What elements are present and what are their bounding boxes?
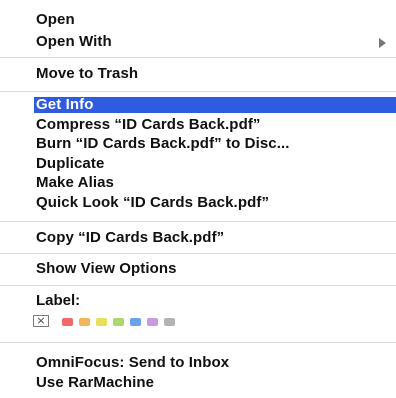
menu-item-use-rarmachine[interactable]: Use RarMachine — [0, 373, 396, 393]
label-heading: Label: — [36, 292, 81, 309]
menu-item-move-to-trash[interactable]: Move to Trash — [0, 64, 396, 84]
menu-item-open-with[interactable]: Open With — [0, 32, 396, 52]
separator — [0, 285, 396, 286]
label-blue-swatch[interactable] — [130, 318, 141, 326]
separator — [0, 91, 396, 92]
submenu-arrow-icon — [379, 38, 386, 48]
menu-item-compress[interactable]: Compress “ID Cards Back.pdf” — [0, 115, 396, 135]
separator — [0, 57, 396, 58]
menu-item-duplicate[interactable]: Duplicate — [0, 154, 396, 174]
menu-item-omnifocus-send-to-inbox[interactable]: OmniFocus: Send to Inbox — [0, 353, 396, 373]
separator — [0, 221, 396, 222]
menu-item-quick-look[interactable]: Quick Look “ID Cards Back.pdf” — [0, 193, 396, 213]
menu-item-open-with-label: Open With — [36, 33, 112, 50]
label-purple-swatch[interactable] — [147, 318, 158, 326]
menu-item-make-alias[interactable]: Make Alias — [0, 173, 396, 193]
label-red-swatch[interactable] — [62, 318, 73, 326]
label-yellow-swatch[interactable] — [96, 318, 107, 326]
label-green-swatch[interactable] — [113, 318, 124, 326]
label-orange-swatch[interactable] — [79, 318, 90, 326]
menu-item-burn-to-disc[interactable]: Burn “ID Cards Back.pdf” to Disc... — [0, 134, 396, 154]
menu-item-open[interactable]: Open — [0, 10, 396, 30]
label-gray-swatch[interactable] — [164, 318, 175, 326]
menu-item-get-info[interactable]: Get Info — [34, 97, 396, 113]
context-menu: Open Open With Move to Trash Get Info Co… — [0, 0, 396, 398]
menu-item-copy[interactable]: Copy “ID Cards Back.pdf” — [0, 228, 396, 248]
no-label-icon[interactable]: × — [33, 315, 49, 327]
separator — [0, 342, 396, 343]
separator — [0, 253, 396, 254]
menu-item-show-view-options[interactable]: Show View Options — [0, 259, 396, 279]
